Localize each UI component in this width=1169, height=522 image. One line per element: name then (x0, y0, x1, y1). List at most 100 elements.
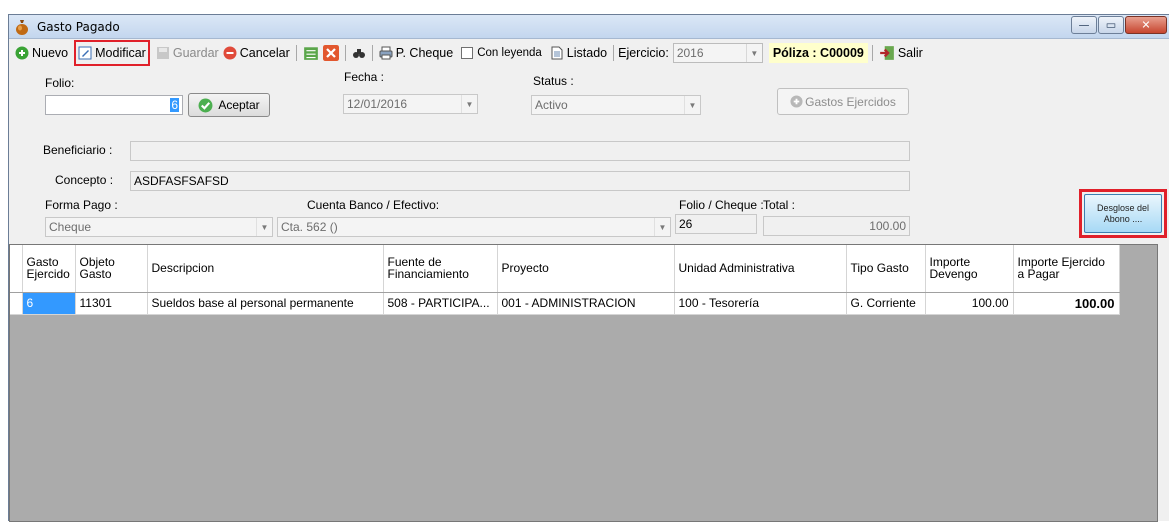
fecha-picker[interactable]: 12/01/2016 ▼ (343, 94, 478, 114)
check-icon (198, 98, 213, 112)
forma-pago-select[interactable]: Cheque ▼ (45, 217, 273, 237)
checkbox-box[interactable] (461, 47, 474, 59)
chevron-down-icon: ▼ (256, 218, 272, 236)
document-icon (551, 46, 563, 60)
cell-descripcion[interactable]: Sueldos base al personal permanente (147, 292, 384, 315)
cell-tipo-gasto[interactable]: G. Corriente (846, 292, 926, 315)
cell-unidad[interactable]: 100 - Tesorería (674, 292, 847, 315)
col-header-importe-ejercido[interactable]: Importe Ejercido a Pagar (1013, 245, 1120, 293)
grid-header-row: Gasto Ejercido Objeto Gasto Descripcion … (10, 245, 1120, 293)
total-label: Total : (763, 198, 796, 212)
cancelar-button[interactable]: Cancelar (221, 42, 292, 64)
window-title: Gasto Pagado (37, 20, 120, 34)
table-row[interactable]: 6 11301 Sueldos base al personal permane… (10, 292, 1120, 315)
toolbar-separator (295, 45, 297, 61)
status-select[interactable]: Activo ▼ (531, 95, 701, 115)
cell-objeto-gasto[interactable]: 11301 (75, 292, 148, 315)
total-value: 100.00 (869, 219, 906, 233)
col-header-proyecto[interactable]: Proyecto (497, 245, 675, 293)
folio-cheque-value: 26 (679, 217, 693, 231)
maximize-icon: ▭ (1105, 18, 1117, 32)
toolbar-separator (871, 45, 873, 61)
col-header-gasto-ejercido[interactable]: Gasto Ejercido (22, 245, 76, 293)
cell-importe-ejercido[interactable]: 100.00 (1013, 292, 1120, 315)
total-field[interactable]: 100.00 (763, 216, 910, 236)
row-header-corner (10, 245, 23, 293)
desglose-line1: Desglose del (1096, 203, 1150, 214)
printer-icon (379, 46, 393, 60)
chevron-down-icon: ▼ (654, 218, 670, 236)
add-icon (15, 46, 29, 60)
cuenta-select[interactable]: Cta. 562 () ▼ (277, 217, 671, 237)
cell-proyecto[interactable]: 001 - ADMINISTRACION (497, 292, 675, 315)
desglose-line2: Abono .... (1103, 213, 1143, 224)
col-header-fuente[interactable]: Fuente de Financiamiento (383, 245, 498, 293)
add-icon (790, 95, 803, 108)
nuevo-label: Nuevo (32, 46, 69, 60)
col-header-importe-devengo[interactable]: Importe Devengo (925, 245, 1014, 293)
save-icon (156, 47, 169, 59)
toolbar-separator (371, 45, 373, 61)
print-cheque-button[interactable]: P. Cheque (377, 42, 455, 64)
concepto-value: ASDFASFSAFSD (134, 174, 229, 188)
row-header-cell[interactable] (10, 292, 23, 315)
cell-importe-devengo[interactable]: 100.00 (925, 292, 1014, 315)
salir-label: Salir (897, 46, 923, 60)
delete-x-icon (322, 45, 339, 61)
listado-button[interactable]: Listado (548, 42, 609, 64)
cell-gasto-ejercido[interactable]: 6 (22, 292, 76, 315)
col-header-descripcion[interactable]: Descripcion (147, 245, 384, 293)
folio-cheque-field[interactable]: 26 (675, 214, 757, 234)
close-icon: ✕ (1141, 18, 1151, 32)
app-window: Gasto Pagado — ▭ ✕ Nuevo Modificar Guard… (8, 14, 1169, 522)
close-button[interactable]: ✕ (1125, 16, 1167, 34)
concepto-field[interactable]: ASDFASFSAFSD (130, 171, 910, 191)
fecha-label: Fecha : (344, 70, 385, 84)
cuenta-value: Cta. 562 () (281, 220, 338, 234)
guardar-label: Guardar (172, 46, 219, 60)
export-button[interactable] (301, 42, 321, 64)
col-header-unidad[interactable]: Unidad Administrativa (674, 245, 847, 293)
aceptar-label: Aceptar (218, 98, 260, 112)
cuenta-label: Cuenta Banco / Efectivo: (307, 198, 440, 212)
salir-button[interactable]: Salir (877, 42, 925, 64)
ejercicio-label: Ejercicio: (618, 46, 669, 60)
minimize-button[interactable]: — (1071, 16, 1097, 34)
desglose-abono-button[interactable]: Desglose del Abono .... (1079, 189, 1167, 238)
fecha-value: 12/01/2016 (347, 97, 408, 111)
cancel-icon (223, 46, 237, 60)
minimize-icon: — (1078, 18, 1090, 32)
cell-fuente[interactable]: 508 - PARTICIPA... (383, 292, 498, 315)
pcheque-label: P. Cheque (395, 46, 454, 60)
nuevo-button[interactable]: Nuevo (13, 42, 70, 64)
toolbar: Nuevo Modificar Guardar Cancelar P. Cheq… (9, 40, 1169, 66)
desglose-abono-inner: Desglose del Abono .... (1084, 194, 1162, 233)
con-leyenda-checkbox[interactable]: Con leyenda (459, 42, 544, 64)
con-leyenda-label: Con leyenda (477, 47, 542, 59)
status-value: Activo (535, 98, 568, 112)
modificar-label: Modificar (95, 46, 146, 60)
chevron-down-icon: ▼ (684, 96, 700, 114)
find-button[interactable] (350, 42, 368, 64)
folio-cheque-label: Folio / Cheque : (679, 198, 764, 212)
col-header-objeto-gasto[interactable]: Objeto Gasto (75, 245, 148, 293)
forma-pago-label: Forma Pago : (45, 198, 118, 212)
gastos-ejercidos-button[interactable]: Gastos Ejercidos (777, 88, 909, 115)
ejercicio-value: 2016 (676, 46, 704, 60)
poliza-badge: Póliza : C00009 (768, 43, 868, 63)
modificar-button[interactable]: Modificar (74, 40, 150, 66)
ejercicio-select[interactable]: 2016 ▼ (672, 43, 763, 63)
maximize-button[interactable]: ▭ (1098, 16, 1124, 34)
beneficiario-field[interactable] (130, 141, 910, 161)
concepto-label: Concepto : (55, 173, 114, 187)
aceptar-button[interactable]: Aceptar (188, 93, 270, 117)
toolbar-separator (344, 45, 346, 61)
col-header-tipo-gasto[interactable]: Tipo Gasto (846, 245, 926, 293)
folio-input[interactable]: 6 (45, 95, 183, 115)
guardar-button[interactable]: Guardar (154, 42, 221, 64)
forma-pago-value: Cheque (49, 220, 92, 234)
gastos-grid[interactable]: Gasto Ejercido Objeto Gasto Descripcion … (9, 244, 1158, 522)
delete-button[interactable] (321, 42, 341, 64)
folio-value: 6 (170, 98, 179, 112)
gastos-ejercidos-label: Gastos Ejercidos (805, 94, 896, 109)
